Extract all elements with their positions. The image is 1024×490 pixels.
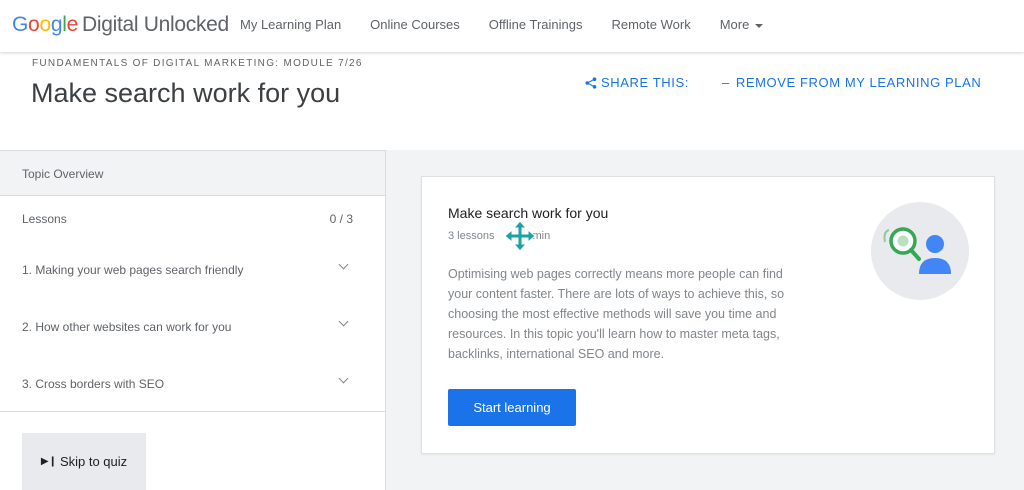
nav-more-dropdown[interactable]: More <box>720 17 764 32</box>
lesson-item-1[interactable]: 1. Making your web pages search friendly <box>0 241 385 298</box>
google-digital-unlocked-logo[interactable]: Google Digital Unlocked <box>12 13 229 37</box>
share-button[interactable]: SHARE THIS: <box>585 75 689 90</box>
page-title: Make search work for you <box>31 78 341 108</box>
share-label: SHARE THIS: <box>601 75 689 90</box>
remove-label: REMOVE FROM MY LEARNING PLAN <box>735 75 982 90</box>
nav-more-label: More <box>719 17 750 32</box>
minus-icon: – <box>722 75 730 90</box>
sidebar-divider <box>0 411 385 412</box>
skip-label: Skip to quiz <box>59 454 128 469</box>
chevron-down-icon <box>338 259 349 270</box>
lesson-title: 1. Making your web pages search friendly <box>22 262 244 277</box>
nav-remote-work[interactable]: Remote Work <box>611 17 690 32</box>
nav-online-courses[interactable]: Online Courses <box>370 17 460 32</box>
nav-offline-trainings[interactable]: Offline Trainings <box>489 17 583 32</box>
lessons-label: Lessons <box>22 212 67 226</box>
lesson-item-2[interactable]: 2. How other websites can work for you <box>0 298 385 355</box>
product-name: Digital Unlocked <box>81 13 229 36</box>
remove-from-learning-plan-button[interactable]: – REMOVE FROM MY LEARNING PLAN <box>722 75 981 90</box>
lesson-title: 3. Cross borders with SEO <box>22 376 165 391</box>
lesson-title: 2. How other websites can work for you <box>22 319 232 334</box>
lessons-header: Lessons 0 / 3 <box>0 196 385 241</box>
top-navigation-bar: Google Digital Unlocked My Learning Plan … <box>0 0 1024 52</box>
module-label: FUNDAMENTALS OF DIGITAL MARKETING: MODUL… <box>32 58 363 69</box>
main-nav: My Learning Plan Online Courses Offline … <box>240 17 792 32</box>
search-person-icon <box>871 202 969 300</box>
chevron-down-icon <box>338 373 349 384</box>
chevron-down-icon <box>338 316 349 327</box>
skip-to-quiz-button[interactable]: ▶❙ Skip to quiz <box>22 433 146 490</box>
skip-next-icon: ▶❙ <box>40 456 57 467</box>
card-title: Make search work for you <box>448 205 609 221</box>
start-learning-button[interactable]: Start learning <box>448 389 576 426</box>
topic-overview-tab[interactable]: Topic Overview <box>0 151 385 196</box>
card-lessons-count: 3 lessons <box>448 230 495 242</box>
topic-sidebar: Topic Overview Lessons 0 / 3 1. Making y… <box>0 150 386 490</box>
share-icon <box>585 76 597 89</box>
move-cursor-icon <box>504 220 536 252</box>
nav-my-learning-plan[interactable]: My Learning Plan <box>240 17 341 32</box>
topic-card: Make search work for you 3 lessons min Op… <box>421 176 995 454</box>
lesson-item-3[interactable]: 3. Cross borders with SEO <box>0 355 385 412</box>
caret-down-icon <box>755 23 764 28</box>
lessons-progress-count: 0 / 3 <box>329 212 353 226</box>
card-description: Optimising web pages correctly means mor… <box>448 267 785 361</box>
